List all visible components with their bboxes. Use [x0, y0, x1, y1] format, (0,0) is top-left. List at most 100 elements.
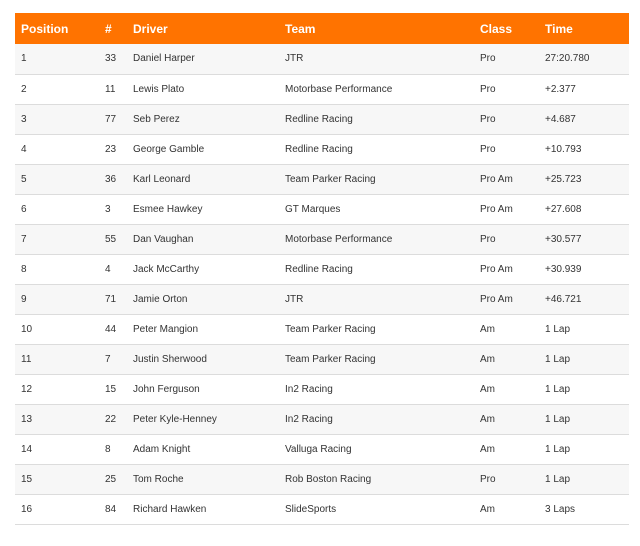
cell-time: +10.793	[545, 143, 582, 155]
cell-driver: Karl Leonard	[133, 173, 191, 185]
cell-team: In2 Racing	[285, 413, 333, 425]
cell-car-number: 15	[105, 383, 117, 395]
table-row: 15 25 Tom Roche Rob Boston Racing Pro 1 Lap	[15, 464, 629, 494]
cell-position: 8	[21, 263, 27, 275]
table-row: 12 15 John Ferguson In2 Racing Am 1 Lap	[15, 374, 629, 404]
cell-car-number: 3	[105, 203, 111, 215]
cell-driver: Jamie Orton	[133, 293, 188, 305]
column-header-driver: Driver	[133, 21, 168, 36]
table-row: 16 84 Richard Hawken SlideSports Am 3 Laps	[15, 494, 629, 524]
cell-team: In2 Racing	[285, 383, 333, 395]
cell-class: Am	[480, 383, 495, 395]
cell-time: +46.721	[545, 293, 582, 305]
cell-class: Am	[480, 323, 495, 335]
cell-position: 4	[21, 143, 27, 155]
table-row: 1 33 Daniel Harper JTR Pro 27:20.780	[15, 44, 629, 74]
cell-team: Redline Racing	[285, 263, 353, 275]
results-table: Position # Driver Team Class Time 1 33 Dan…	[15, 13, 629, 525]
cell-car-number: 33	[105, 53, 117, 65]
cell-driver: Adam Knight	[133, 443, 191, 455]
table-row: 5 36 Karl Leonard Team Parker Racing Pro Am +…	[15, 164, 629, 194]
cell-car-number: 22	[105, 413, 117, 425]
cell-car-number: 4	[105, 263, 111, 275]
cell-team: Motorbase Performance	[285, 233, 393, 245]
cell-class: Pro Am	[480, 203, 513, 215]
results-table-header: Position # Driver Team Class Time	[15, 13, 629, 44]
cell-time: 1 Lap	[545, 413, 571, 425]
cell-team: Rob Boston Racing	[285, 473, 372, 485]
cell-position: 9	[21, 293, 27, 305]
cell-class: Pro Am	[480, 293, 513, 305]
column-header-position: Position	[21, 21, 69, 36]
cell-driver: Lewis Plato	[133, 83, 185, 95]
cell-class: Pro Am	[480, 263, 513, 275]
cell-time: 3 Laps	[545, 503, 576, 515]
cell-driver: Seb Perez	[133, 113, 180, 125]
cell-driver: Richard Hawken	[133, 503, 207, 515]
cell-time: 1 Lap	[545, 383, 571, 395]
table-row: 11 7 Justin Sherwood Team Parker Racing Am 1 …	[15, 344, 629, 374]
cell-driver: Peter Mangion	[133, 323, 199, 335]
cell-team: Redline Racing	[285, 113, 353, 125]
cell-position: 1	[21, 53, 27, 65]
cell-car-number: 36	[105, 173, 117, 185]
cell-driver: Dan Vaughan	[133, 233, 194, 245]
cell-driver: Jack McCarthy	[133, 263, 200, 275]
cell-class: Pro	[480, 113, 496, 125]
cell-position: 14	[21, 443, 33, 455]
cell-team: JTR	[285, 53, 304, 65]
cell-class: Am	[480, 443, 495, 455]
table-row: 8 4 Jack McCarthy Redline Racing Pro Am +30.9…	[15, 254, 629, 284]
table-row: 9 71 Jamie Orton JTR Pro Am +46.721	[15, 284, 629, 314]
cell-car-number: 11	[105, 83, 116, 95]
cell-position: 5	[21, 173, 27, 185]
cell-position: 15	[21, 473, 33, 485]
cell-team: Team Parker Racing	[285, 173, 376, 185]
cell-class: Pro	[480, 53, 496, 65]
cell-car-number: 55	[105, 233, 117, 245]
cell-car-number: 84	[105, 503, 117, 515]
cell-team: Team Parker Racing	[285, 323, 376, 335]
cell-time: 1 Lap	[545, 323, 571, 335]
table-row: 10 44 Peter Mangion Team Parker Racing Am 1 L…	[15, 314, 629, 344]
cell-time: +27.608	[545, 203, 582, 215]
cell-car-number: 71	[105, 293, 117, 305]
cell-class: Pro	[480, 143, 496, 155]
cell-driver: Tom Roche	[133, 473, 184, 485]
cell-car-number: 7	[105, 353, 111, 365]
cell-car-number: 23	[105, 143, 117, 155]
cell-driver: Esmee Hawkey	[133, 203, 203, 215]
cell-time: 27:20.780	[545, 53, 590, 65]
cell-team: Team Parker Racing	[285, 353, 376, 365]
cell-car-number: 44	[105, 323, 117, 335]
cell-class: Pro	[480, 473, 496, 485]
table-row: 4 23 George Gamble Redline Racing Pro +10.793	[15, 134, 629, 164]
column-header-class: Class	[480, 21, 513, 36]
cell-driver: Justin Sherwood	[133, 353, 207, 365]
cell-position: 13	[21, 413, 33, 425]
cell-class: Am	[480, 413, 495, 425]
cell-car-number: 25	[105, 473, 117, 485]
cell-position: 10	[21, 323, 33, 335]
column-header-team: Team	[285, 21, 316, 36]
cell-time: +25.723	[545, 173, 582, 185]
cell-time: +30.939	[545, 263, 582, 275]
cell-driver: Daniel Harper	[133, 53, 195, 65]
cell-team: GT Marques	[285, 203, 341, 215]
cell-team: Valluga Racing	[285, 443, 352, 455]
table-row: 6 3 Esmee Hawkey GT Marques Pro Am +27.608	[15, 194, 629, 224]
column-header-number: #	[105, 21, 112, 36]
cell-driver: Peter Kyle-Henney	[133, 413, 217, 425]
cell-time: +2.377	[545, 83, 576, 95]
results-table-body: 1 33 Daniel Harper JTR Pro 27:20.780 2 11 Lewis …	[15, 44, 629, 524]
cell-position: 16	[21, 503, 33, 515]
cell-team: Motorbase Performance	[285, 83, 393, 95]
cell-team: SlideSports	[285, 503, 337, 515]
cell-position: 11	[21, 353, 32, 365]
results-table-container: Position # Driver Team Class Time 1 33 Dan…	[15, 13, 629, 525]
cell-position: 3	[21, 113, 27, 125]
table-row: 14 8 Adam Knight Valluga Racing Am 1 Lap	[15, 434, 629, 464]
cell-team: JTR	[285, 293, 304, 305]
cell-time: 1 Lap	[545, 473, 571, 485]
cell-time: 1 Lap	[545, 443, 571, 455]
